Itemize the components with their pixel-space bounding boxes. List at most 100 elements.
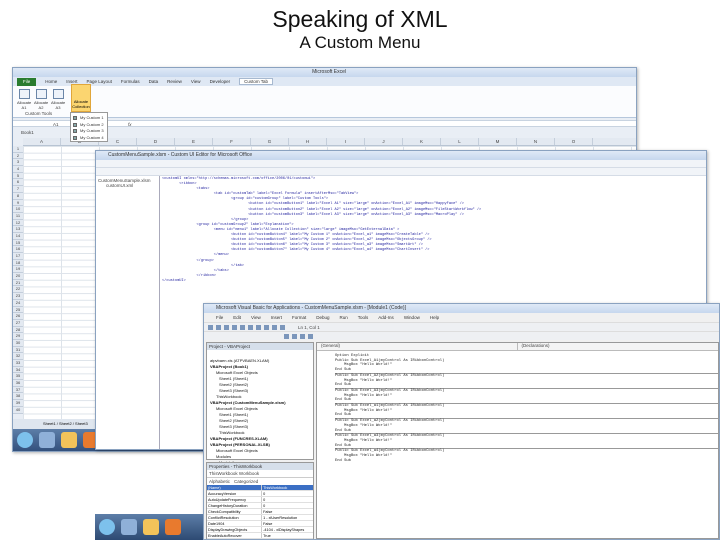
menu-view[interactable]: View: [251, 313, 261, 322]
row-header[interactable]: 14: [13, 232, 23, 240]
row-header[interactable]: 15: [13, 239, 23, 247]
object-dropdown[interactable]: (General): [317, 343, 518, 350]
row-header[interactable]: 4: [13, 166, 23, 173]
indent-icon[interactable]: [284, 333, 289, 339]
row-header[interactable]: 23: [13, 293, 23, 300]
save-icon[interactable]: [224, 324, 229, 330]
row-header[interactable]: 33: [13, 360, 23, 367]
row-header[interactable]: 21: [13, 279, 23, 287]
row-header[interactable]: 8: [13, 192, 23, 200]
help-icon[interactable]: [280, 324, 285, 330]
allocate-a3-button[interactable]: Allocate A3: [51, 89, 65, 110]
row-header[interactable]: 32: [13, 353, 23, 360]
procedure-dropdown[interactable]: (Declarations): [518, 343, 550, 350]
row-header[interactable]: 34: [13, 366, 23, 374]
insert-icon[interactable]: [216, 324, 221, 330]
column-header[interactable]: A: [23, 138, 61, 145]
start-icon[interactable]: [99, 519, 115, 535]
row-header[interactable]: 17: [13, 253, 23, 260]
row-header[interactable]: 10: [13, 206, 23, 213]
menu-tools[interactable]: Tools: [358, 313, 369, 322]
fx-icon[interactable]: fx: [128, 122, 132, 127]
column-header[interactable]: J: [365, 138, 403, 145]
ie-icon[interactable]: [39, 432, 55, 448]
tab-alphabetic[interactable]: Alphabetic: [209, 479, 230, 484]
column-header[interactable]: H: [289, 138, 327, 145]
menu-debug[interactable]: Debug: [316, 313, 329, 322]
ie-icon[interactable]: [121, 519, 137, 535]
row-header[interactable]: 6: [13, 179, 23, 187]
menu-format[interactable]: Format: [292, 313, 306, 322]
excel-icon[interactable]: [208, 324, 213, 330]
row-header[interactable]: 35: [13, 373, 23, 381]
row-header[interactable]: 31: [13, 346, 23, 354]
vba-code[interactable]: Option Explicit Public Sub Excel_A1(myCon…: [317, 351, 718, 463]
folder-icon[interactable]: [61, 432, 77, 448]
column-header[interactable]: M: [479, 138, 517, 145]
row-header[interactable]: 36: [13, 380, 23, 387]
row-header[interactable]: 37: [13, 386, 23, 394]
tree-child[interactable]: customUI.xml: [98, 183, 157, 188]
row-header[interactable]: 5: [13, 172, 23, 180]
allocate-collection-button[interactable]: Allocate Collection: [71, 84, 91, 112]
allocate-a2-button[interactable]: Allocate A2: [34, 89, 48, 110]
row-header[interactable]: 11: [13, 212, 23, 220]
tab-review[interactable]: Review: [167, 79, 182, 84]
row-header[interactable]: 40: [13, 406, 23, 414]
tab-categorized[interactable]: Categorized: [234, 479, 258, 484]
row-header[interactable]: 3: [13, 159, 23, 167]
row-header[interactable]: 13: [13, 226, 23, 233]
column-header[interactable]: E: [175, 138, 213, 145]
tab-file[interactable]: File: [17, 77, 37, 86]
menu-window[interactable]: Window: [404, 313, 420, 322]
tab-data[interactable]: Data: [149, 79, 159, 84]
column-header[interactable]: G: [251, 138, 289, 145]
row-header[interactable]: 18: [13, 259, 23, 267]
row-header[interactable]: 2: [13, 152, 23, 160]
stop-icon[interactable]: [264, 324, 269, 330]
column-header[interactable]: K: [403, 138, 441, 145]
row-header[interactable]: 1: [13, 146, 23, 153]
allocate-a1-button[interactable]: Allocate A1: [17, 89, 31, 110]
row-header[interactable]: 20: [13, 273, 23, 280]
tab-home[interactable]: Home: [45, 79, 57, 84]
row-header[interactable]: 9: [13, 199, 23, 207]
row-header[interactable]: 29: [13, 333, 23, 340]
tab-custom-tab[interactable]: Custom Tab: [239, 78, 274, 85]
column-header[interactable]: F: [213, 138, 251, 145]
row-header[interactable]: 26: [13, 313, 23, 320]
menu-file[interactable]: File: [216, 313, 223, 322]
row-header[interactable]: 39: [13, 400, 23, 407]
row-header[interactable]: 27: [13, 319, 23, 327]
menu-item[interactable]: My Custom 4: [73, 135, 105, 142]
outdent-icon[interactable]: [292, 333, 297, 339]
tab-view[interactable]: View: [191, 79, 201, 84]
menu-help[interactable]: Help: [430, 313, 439, 322]
column-header[interactable]: N: [517, 138, 555, 145]
folder-icon[interactable]: [143, 519, 159, 535]
row-header[interactable]: 28: [13, 326, 23, 334]
column-header[interactable]: D: [137, 138, 175, 145]
tab-developer[interactable]: Developer: [210, 79, 231, 84]
row-header[interactable]: 22: [13, 286, 23, 294]
row-header[interactable]: 16: [13, 246, 23, 253]
menu-run[interactable]: Run: [340, 313, 348, 322]
row-header[interactable]: 38: [13, 393, 23, 401]
comment-icon[interactable]: [300, 333, 305, 339]
menu-edit[interactable]: Edit: [233, 313, 241, 322]
cut-icon[interactable]: [232, 324, 237, 330]
media-icon[interactable]: [165, 519, 181, 535]
properties-object-select[interactable]: ThisWorkbook Workbook: [207, 470, 313, 478]
column-header[interactable]: I: [327, 138, 365, 145]
design-icon[interactable]: [272, 324, 277, 330]
tab-formulas[interactable]: Formulas: [121, 79, 140, 84]
row-header[interactable]: 25: [13, 306, 23, 314]
column-header[interactable]: L: [441, 138, 479, 145]
row-header[interactable]: 12: [13, 219, 23, 227]
menu-insert[interactable]: Insert: [271, 313, 282, 322]
name-box[interactable]: A1: [53, 122, 59, 127]
column-header[interactable]: O: [555, 138, 593, 145]
pause-icon[interactable]: [256, 324, 261, 330]
row-header[interactable]: 24: [13, 299, 23, 307]
copy-icon[interactable]: [240, 324, 245, 330]
